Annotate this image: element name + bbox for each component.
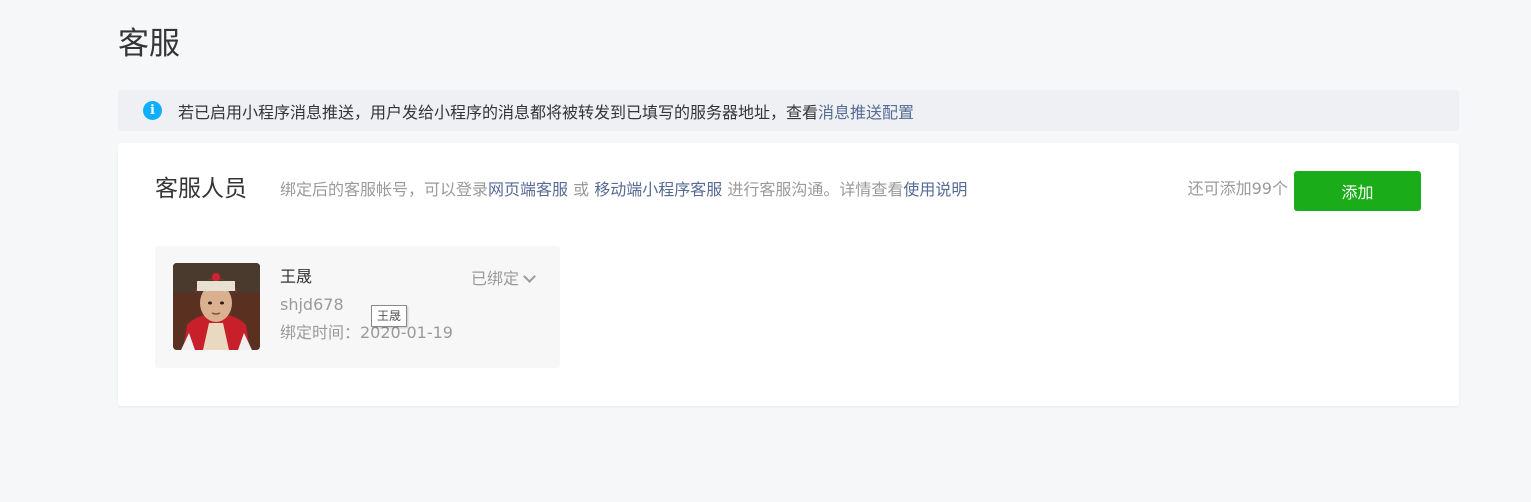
message-push-config-link[interactable]: 消息推送配置 — [818, 99, 914, 123]
notice-text: 若已启用小程序消息推送，用户发给小程序的消息都将被转发到已填写的服务器地址，查看 — [178, 102, 819, 122]
quota-text: 还可添加99个 — [1187, 179, 1288, 198]
bind-status-dropdown[interactable]: 已绑定 — [471, 268, 536, 290]
staff-name: 王晟 — [280, 267, 313, 286]
section-description: 绑定后的客服帐号，可以登录网页端客服 或 移动端小程序客服 进行客服沟通。详情查… — [280, 179, 967, 201]
mobile-service-link[interactable]: 移动端小程序客服 — [594, 180, 722, 199]
name-tooltip: 王晟 — [371, 305, 408, 327]
staff-account: shjd678 — [280, 295, 344, 314]
customer-service-card: 客服人员 绑定后的客服帐号，可以登录网页端客服 或 移动端小程序客服 进行客服沟… — [118, 143, 1459, 406]
avatar — [173, 263, 260, 350]
desc-text-2: 进行客服沟通。详情查看 — [722, 180, 904, 199]
info-notice-bar: i 若已启用小程序消息推送，用户发给小程序的消息都将被转发到已填写的服务器地址，… — [118, 90, 1459, 131]
web-service-link[interactable]: 网页端客服 — [488, 180, 568, 199]
add-button[interactable]: 添加 — [1294, 171, 1421, 211]
staff-bind-time: 绑定时间：2020-01-19 — [280, 323, 453, 342]
section-title: 客服人员 — [155, 176, 247, 202]
info-icon: i — [143, 101, 162, 120]
desc-text-1: 绑定后的客服帐号，可以登录 — [280, 180, 489, 199]
help-link[interactable]: 使用说明 — [903, 180, 967, 199]
chevron-down-icon — [523, 270, 536, 283]
staff-card: 王晟 shjd678 绑定时间：2020-01-19 已绑定 王晟 — [155, 246, 560, 368]
bind-status-label: 已绑定 — [471, 269, 520, 288]
desc-text-or: 或 — [568, 180, 595, 199]
page-title: 客服 — [118, 26, 180, 62]
